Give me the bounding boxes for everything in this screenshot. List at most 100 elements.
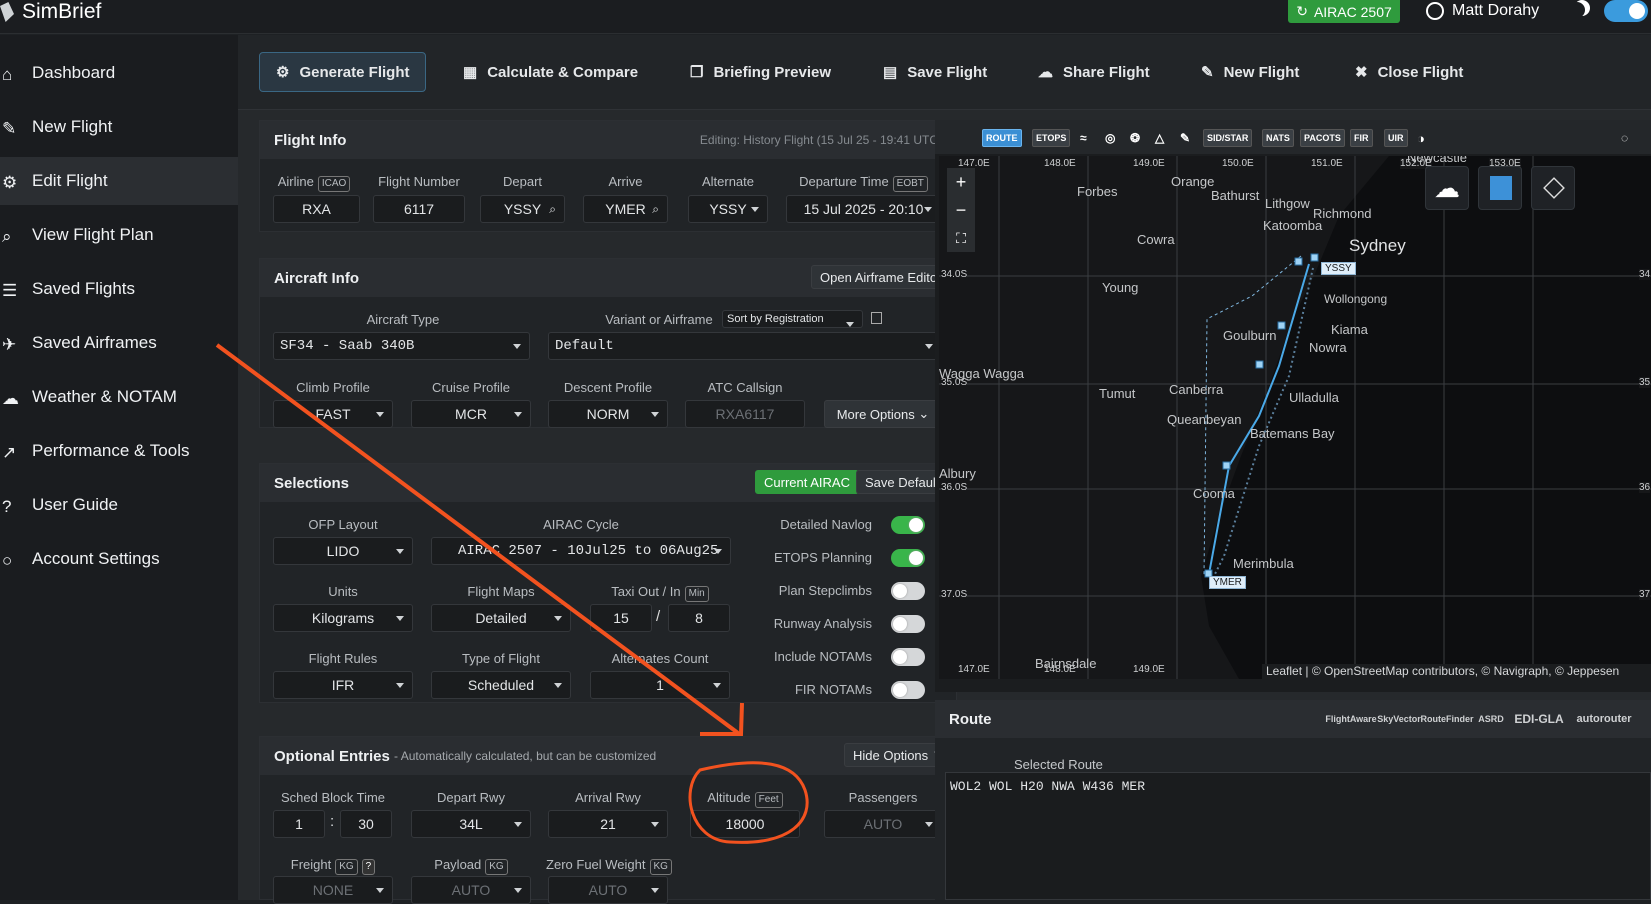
generate-flight-button[interactable]: ⚙ Generate Flight: [259, 52, 427, 92]
flight-maps-select[interactable]: Detailed: [431, 604, 571, 632]
search-icon[interactable]: ⌕: [652, 202, 659, 217]
alternates-count-select[interactable]: 1: [590, 671, 730, 699]
briefing-preview-button[interactable]: ❐ Briefing Preview: [690, 52, 831, 92]
fir-layer-button[interactable]: FIR: [1350, 129, 1373, 147]
map-layer-button[interactable]: [1478, 166, 1522, 210]
help-icon[interactable]: ?: [361, 859, 376, 875]
asrd-button[interactable]: ASRD: [1474, 710, 1508, 728]
city-label: Nowra: [1309, 340, 1347, 355]
etops-planning-toggle[interactable]: [891, 549, 925, 567]
sidebar-item-user-guide[interactable]: ? User Guide: [0, 481, 238, 529]
descent-profile-select[interactable]: NORM: [548, 400, 668, 428]
airport-label-yssy[interactable]: YSSY: [1321, 262, 1356, 275]
sidebar-item-performance-tools[interactable]: ↗ Performance & Tools: [0, 427, 238, 475]
payload-label: Payload KG: [411, 857, 531, 875]
sidebar-item-saved-airframes[interactable]: ✈ Saved Airframes: [0, 319, 238, 367]
sidebar-item-view-flight-plan[interactable]: ⌕ View Flight Plan: [0, 211, 238, 259]
new-flight-button[interactable]: ✎ New Flight: [1201, 52, 1299, 92]
units-label: Units: [328, 584, 358, 599]
taxi-in-input[interactable]: 8: [668, 604, 730, 632]
pacots-layer-button[interactable]: PACOTS: [1300, 129, 1345, 147]
atc-callsign-input[interactable]: RXA6117: [685, 400, 805, 428]
passengers-select[interactable]: AUTO: [824, 810, 942, 838]
depart-input[interactable]: YSSY ⌕: [480, 195, 565, 223]
hide-icon[interactable]: ◌: [1618, 129, 1631, 147]
units-select[interactable]: Kilograms: [273, 604, 413, 632]
etops-layer-button[interactable]: ETOPS: [1032, 129, 1071, 147]
user-menu[interactable]: Matt Dorahy: [1426, 0, 1539, 22]
calculator-icon: ▦: [463, 64, 478, 81]
block-minutes-input[interactable]: 30: [340, 810, 392, 838]
open-airframe-editor-button[interactable]: Open Airframe Editor: [811, 265, 951, 289]
fir-notams-toggle[interactable]: [891, 681, 925, 699]
block-hours-input[interactable]: 1: [273, 810, 325, 838]
sidebar-item-account-settings[interactable]: ○ Account Settings: [0, 535, 238, 583]
sidebar-item-new-flight[interactable]: ✎ New Flight: [0, 103, 238, 151]
cruise-profile-select[interactable]: MCR: [411, 400, 531, 428]
arrive-input[interactable]: YMER ⌕: [583, 195, 668, 223]
detailed-navlog-toggle[interactable]: [891, 516, 925, 534]
share-flight-button[interactable]: ☁ Share Flight: [1038, 52, 1150, 92]
alternate-select[interactable]: YSSY: [688, 195, 768, 223]
pen-icon[interactable]: ✎: [1177, 129, 1193, 147]
edi-gla-button[interactable]: EDI-GLA: [1512, 710, 1566, 728]
depart-rwy-select[interactable]: 34L: [411, 810, 531, 838]
more-options-button[interactable]: More Options ⌄: [824, 400, 942, 428]
aircraft-type-select[interactable]: SF34 - Saab 340B: [273, 332, 530, 360]
altitude-input[interactable]: 18000: [690, 810, 800, 838]
route-map[interactable]: 147.0E 148.0E 149.0E 150.0E 151.0E 152.0…: [939, 156, 1651, 679]
route-textarea[interactable]: WOL2 WOL H20 NWA W436 MER: [945, 772, 1651, 900]
weather-layer-button[interactable]: ☁: [1425, 166, 1469, 210]
app-logo[interactable]: SimBrief: [0, 0, 101, 24]
flight-rules-select[interactable]: IFR: [273, 671, 413, 699]
contrast-icon[interactable]: ◑: [1414, 129, 1428, 147]
airport-label-ymer[interactable]: YMER: [1209, 576, 1246, 589]
taxi-out-input[interactable]: 15: [590, 604, 652, 632]
autorouter-button[interactable]: autorouter: [1570, 710, 1638, 728]
sidebar-item-dashboard[interactable]: ⌂ Dashboard: [0, 49, 238, 97]
departure-time-select[interactable]: 15 Jul 2025 - 20:10: [786, 195, 941, 223]
dark-mode-toggle[interactable]: [1604, 0, 1648, 22]
climb-profile-select[interactable]: FAST: [273, 400, 393, 428]
arrival-rwy-select[interactable]: 21: [548, 810, 668, 838]
airac-badge[interactable]: ↻ AIRAC 2507: [1288, 0, 1400, 23]
flight-number-input[interactable]: 6117: [373, 195, 465, 223]
search-icon[interactable]: ⌕: [549, 202, 556, 217]
routefinder-button[interactable]: RouteFinder: [1421, 710, 1474, 728]
sidebar-item-label: Performance & Tools: [32, 441, 190, 460]
save-flight-button[interactable]: ▤ Save Flight: [883, 52, 987, 92]
fullscreen-icon[interactable]: ⛶: [947, 224, 975, 252]
detailed-navlog-label: Detailed Navlog: [780, 517, 872, 532]
sidstar-layer-button[interactable]: SID/STAR: [1203, 129, 1253, 147]
close-flight-button[interactable]: ✖ Close Flight: [1355, 52, 1463, 92]
calculate-compare-button[interactable]: ▦ Calculate & Compare: [463, 52, 638, 92]
city-label: Lithgow: [1265, 196, 1310, 211]
ofp-layout-select[interactable]: LIDO: [273, 537, 413, 565]
wind-icon[interactable]: ≈: [1077, 129, 1090, 147]
skyvector-button[interactable]: SkyVector: [1377, 710, 1421, 728]
layers-button[interactable]: [1531, 166, 1575, 210]
sidebar-item-saved-flights[interactable]: ☰ Saved Flights: [0, 265, 238, 313]
flightaware-button[interactable]: FlightAware: [1325, 710, 1376, 728]
current-airac-button[interactable]: Current AIRAC: [755, 470, 859, 494]
zoom-in-button[interactable]: +: [947, 168, 975, 196]
plan-stepclimbs-toggle[interactable]: [891, 582, 925, 600]
airac-cycle-select[interactable]: AIRAC 2507 - 10Jul25 to 06Aug25: [431, 537, 731, 565]
route-layer-button[interactable]: ROUTE: [982, 129, 1022, 147]
uir-layer-button[interactable]: UIR: [1384, 129, 1408, 147]
target-icon[interactable]: ◎: [1102, 129, 1118, 147]
user-name: Matt Dorahy: [1452, 2, 1540, 19]
zoom-out-button[interactable]: −: [947, 196, 975, 224]
runway-analysis-toggle[interactable]: [891, 615, 925, 633]
sidebar-item-weather-notam[interactable]: ☁ Weather & NOTAM: [0, 373, 238, 421]
warning-icon[interactable]: △: [1152, 129, 1167, 147]
calendar-icon[interactable]: [871, 312, 882, 324]
airline-input[interactable]: RXA: [273, 195, 360, 223]
include-notams-toggle[interactable]: [891, 648, 925, 666]
type-of-flight-select[interactable]: Scheduled: [431, 671, 571, 699]
sort-select[interactable]: Sort by Registration: [722, 310, 863, 328]
nats-layer-button[interactable]: NATS: [1262, 129, 1294, 147]
variant-select[interactable]: Default: [548, 332, 942, 360]
sidebar-item-edit-flight[interactable]: ⚙ Edit Flight: [0, 157, 238, 205]
radar-icon[interactable]: ❂: [1127, 129, 1143, 147]
